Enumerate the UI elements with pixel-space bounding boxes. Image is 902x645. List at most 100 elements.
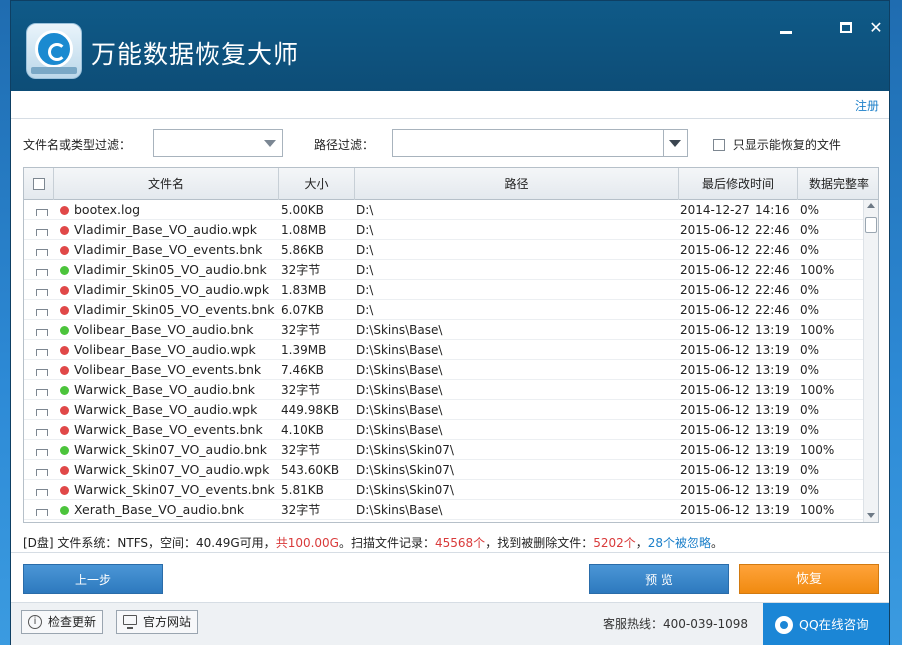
table-row[interactable]: Xerath_Base_VO_audio.bnk 32字节 D:\Skins\Bas… [24, 500, 864, 520]
status-text-2: 。扫描文件记录： [338, 536, 435, 550]
file-size: 32字节 [281, 263, 321, 277]
column-header-name[interactable]: 文件名 [54, 168, 279, 200]
scroll-up-icon[interactable] [867, 203, 875, 208]
row-checkbox[interactable] [36, 284, 48, 296]
column-header-integrity[interactable]: 数据完整率 [798, 168, 878, 200]
table-row[interactable]: Warwick_Base_VO_audio.bnk 32字节 D:\Skins\Ba… [24, 380, 864, 400]
only-recoverable-checkbox[interactable] [713, 138, 725, 151]
integrity-rate: 0% [800, 283, 820, 297]
file-name-cell: bootex.log [60, 200, 280, 220]
path-filter-label: 路径过滤： [314, 138, 375, 152]
table-row[interactable]: Vladimir_Base_VO_audio.wpk 1.08MB D:\ 2015-… [24, 220, 864, 240]
file-name-cell: Warwick_Base_VO_events.bnk [60, 420, 280, 440]
status-ignored-count[interactable]: 28个被忽略 [648, 536, 711, 550]
app-logo-icon [26, 23, 82, 79]
table-row[interactable]: Vladimir_Base_VO_events.bnk 5.86KB D:\ 2015… [24, 240, 864, 260]
column-header-modified[interactable]: 最后修改时间 [679, 168, 798, 200]
column-header-path[interactable]: 路径 [355, 168, 679, 200]
modified-time: 14:16 [755, 203, 790, 217]
table-row[interactable]: Warwick_Skin07_VO_audio.bnk 32字节 D:\Skins\… [24, 440, 864, 460]
table-row[interactable]: Vladimir_Skin05_VO_events.bnk 6.07KB D:\ 20… [24, 300, 864, 320]
check-update-button[interactable]: i 检查更新 [21, 610, 104, 634]
file-table: 文件名 大小 路径 最后修改时间 数据完整率 bootex.log 5.00KB D… [23, 167, 879, 523]
table-row[interactable]: Warwick_Skin07_VO_audio.wpk 543.60KB D:\Sk… [24, 460, 864, 480]
recover-button[interactable]: 恢复 [739, 564, 879, 594]
file-size: 5.86KB [281, 243, 324, 257]
row-checkbox[interactable] [36, 304, 48, 316]
table-row[interactable]: Volibear_Base_VO_audio.wpk 1.39MB D:\Skins… [24, 340, 864, 360]
header-select-all[interactable] [24, 168, 54, 200]
file-name: Warwick_Skin07_VO_audio.wpk [74, 462, 270, 477]
status-dot-icon [60, 226, 69, 235]
file-path: D:\ [356, 263, 374, 277]
modified-date: 2015-06-12 [680, 403, 750, 417]
row-checkbox[interactable] [36, 344, 48, 356]
table-row[interactable]: Warwick_Skin07_VO_events.bnk 5.81KB D:\Ski… [24, 480, 864, 500]
file-name: Vladimir_Base_VO_events.bnk [74, 242, 263, 257]
title-bar[interactable]: 万能数据恢复大师 ✕ [11, 1, 889, 91]
file-size: 5.00KB [281, 203, 324, 217]
file-name: Warwick_Base_VO_events.bnk [74, 422, 263, 437]
integrity-rate: 0% [800, 303, 820, 317]
file-name: bootex.log [74, 202, 141, 217]
minimize-button[interactable] [777, 19, 795, 37]
file-name: Volibear_Base_VO_events.bnk [74, 362, 262, 377]
table-row[interactable]: Warwick_Base_VO_audio.wpk 449.98KB D:\Skin… [24, 400, 864, 420]
register-link[interactable]: 注册 [855, 97, 879, 114]
table-body: bootex.log 5.00KB D:\ 2014-12-27 14:16 0% Vlad… [24, 200, 864, 522]
integrity-rate: 0% [800, 483, 820, 497]
minimize-icon [780, 31, 792, 34]
file-size: 32字节 [281, 443, 321, 457]
select-all-checkbox[interactable] [32, 177, 45, 190]
row-checkbox[interactable] [36, 444, 48, 456]
row-checkbox[interactable] [36, 464, 48, 476]
preview-button[interactable]: 预 览 [589, 564, 729, 594]
table-row[interactable]: Vladimir_Skin05_VO_audio.bnk 32字节 D:\ 2015-… [24, 260, 864, 280]
column-header-size[interactable]: 大小 [279, 168, 355, 200]
row-checkbox[interactable] [36, 204, 48, 216]
row-checkbox[interactable] [36, 404, 48, 416]
back-button[interactable]: 上一步 [23, 564, 163, 594]
table-row[interactable]: Volibear_Base_VO_events.bnk 7.46KB D:\Skin… [24, 360, 864, 380]
file-name: Volibear_Base_VO_audio.wpk [74, 342, 256, 357]
row-checkbox[interactable] [36, 484, 48, 496]
vertical-scrollbar[interactable] [863, 200, 878, 522]
modified-date: 2014-12-27 [680, 203, 750, 217]
name-type-filter-combo[interactable] [153, 129, 283, 157]
file-name: Xerath_Base_VO_audio.bnk [74, 502, 245, 517]
row-checkbox[interactable] [36, 504, 48, 516]
path-filter-combo[interactable] [392, 129, 688, 157]
monitor-icon [123, 615, 137, 629]
maximize-button[interactable] [837, 19, 855, 37]
table-row[interactable]: Warwick_Base_VO_events.bnk 4.10KB D:\Skins… [24, 420, 864, 440]
status-record-count: 45568个 [435, 536, 486, 550]
only-recoverable-option[interactable]: 只显示能恢复的文件 [713, 136, 841, 153]
table-row[interactable]: bootex.log 5.00KB D:\ 2014-12-27 14:16 0% [24, 200, 864, 220]
file-path: D:\ [356, 303, 374, 317]
row-checkbox[interactable] [36, 424, 48, 436]
file-name-cell: Vladimir_Base_VO_events.bnk [60, 240, 280, 260]
divider [11, 552, 889, 553]
row-checkbox[interactable] [36, 364, 48, 376]
file-path: D:\Skins\Base\ [356, 423, 443, 437]
table-row[interactable]: Vladimir_Skin05_VO_audio.wpk 1.83MB D:\ 201… [24, 280, 864, 300]
modified-time: 22:46 [755, 243, 790, 257]
integrity-rate: 0% [800, 463, 820, 477]
official-site-button[interactable]: 官方网站 [116, 610, 199, 634]
row-checkbox[interactable] [36, 324, 48, 336]
row-checkbox[interactable] [36, 264, 48, 276]
row-checkbox[interactable] [36, 244, 48, 256]
row-checkbox[interactable] [36, 224, 48, 236]
integrity-rate: 100% [800, 263, 835, 277]
path-filter-dropdown-button[interactable] [663, 130, 687, 156]
modified-time: 22:46 [755, 303, 790, 317]
scroll-thumb[interactable] [865, 217, 877, 233]
file-name: Warwick_Base_VO_audio.wpk [74, 402, 258, 417]
file-name-cell: Volibear_Base_VO_audio.bnk [60, 320, 280, 340]
scroll-down-icon[interactable] [867, 513, 875, 518]
close-button[interactable]: ✕ [867, 19, 885, 37]
qq-support-button[interactable]: QQ在线咨询 [763, 603, 889, 645]
integrity-rate: 0% [800, 343, 820, 357]
row-checkbox[interactable] [36, 384, 48, 396]
table-row[interactable]: Volibear_Base_VO_audio.bnk 32字节 D:\Skins\B… [24, 320, 864, 340]
